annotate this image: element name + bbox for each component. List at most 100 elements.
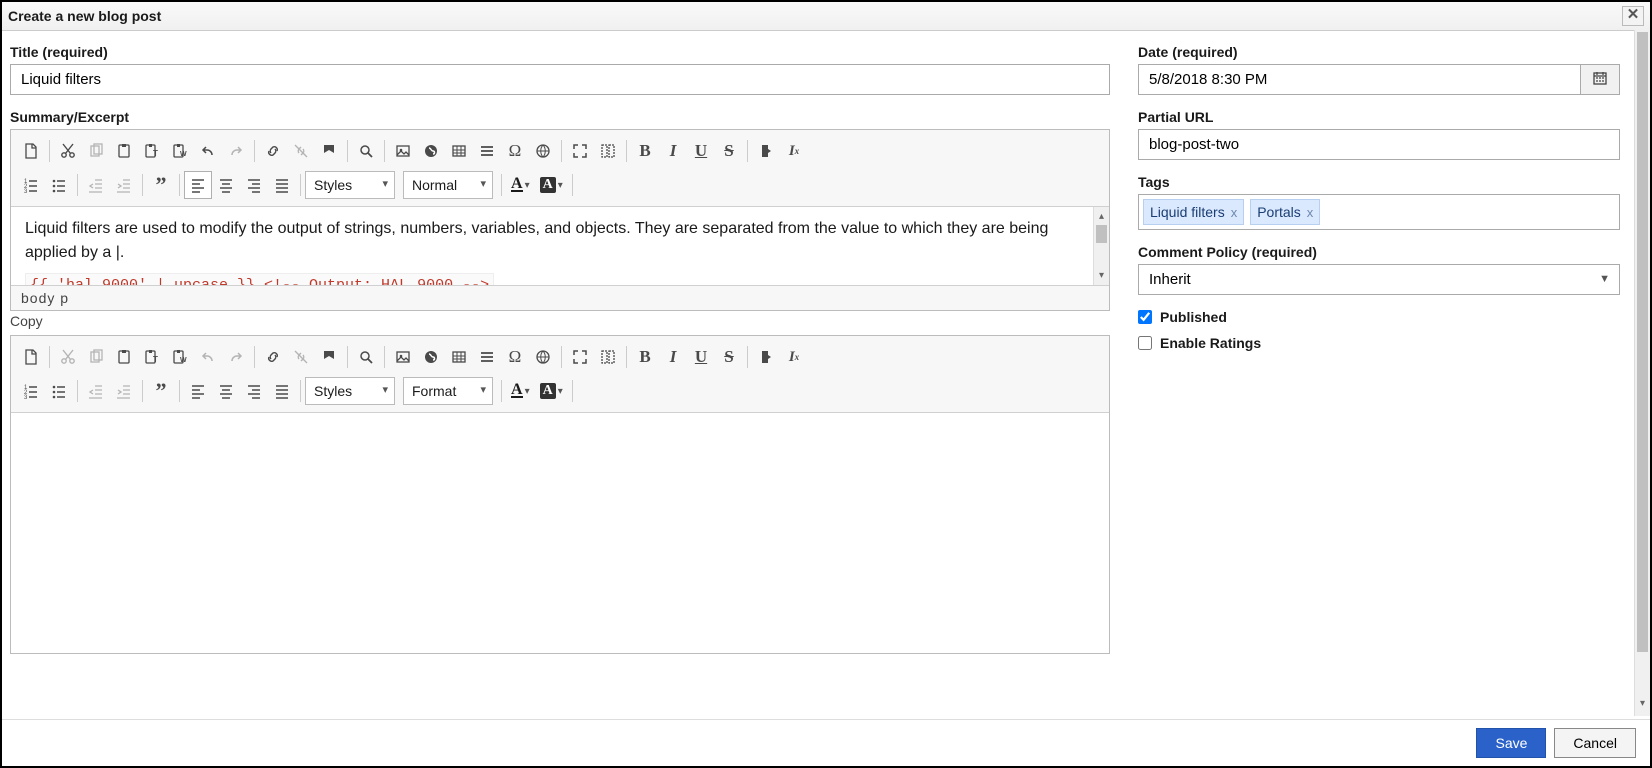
showblocks-icon[interactable]	[594, 343, 622, 371]
table-icon[interactable]	[445, 137, 473, 165]
ul-icon[interactable]	[45, 377, 73, 405]
paste-text-icon[interactable]: T	[138, 343, 166, 371]
align-justify-icon[interactable]	[268, 171, 296, 199]
align-center-icon[interactable]	[212, 377, 240, 405]
find-icon[interactable]	[352, 137, 380, 165]
anchor-icon[interactable]	[315, 343, 343, 371]
align-right-icon[interactable]	[240, 171, 268, 199]
source-icon[interactable]	[17, 343, 45, 371]
save-button[interactable]: Save	[1476, 728, 1546, 758]
underline-icon[interactable]: U	[687, 343, 715, 371]
indent-icon[interactable]	[110, 171, 138, 199]
unlink-icon[interactable]	[287, 343, 315, 371]
scroll-down-icon[interactable]: ▾	[1635, 698, 1650, 716]
copyformat-icon[interactable]	[752, 343, 780, 371]
showblocks-icon[interactable]	[594, 137, 622, 165]
summary-scrollbar[interactable]: ▴▾	[1093, 207, 1109, 285]
blockquote-icon[interactable]: ”	[147, 377, 175, 405]
cancel-button[interactable]: Cancel	[1554, 728, 1636, 758]
tag-text: Liquid filters	[1150, 204, 1225, 220]
copyformat-icon[interactable]	[752, 137, 780, 165]
modal-scrollbar[interactable]: ▾	[1634, 30, 1650, 716]
italic-icon[interactable]: I	[659, 137, 687, 165]
removeformat-icon[interactable]: Ix	[780, 137, 808, 165]
ol-icon[interactable]: 123	[17, 171, 45, 199]
ol-icon[interactable]: 123	[17, 377, 45, 405]
paste-text-icon[interactable]: T	[138, 137, 166, 165]
bg-color-button[interactable]: A▾	[535, 377, 568, 405]
maximize-icon[interactable]	[566, 137, 594, 165]
specialchar-icon[interactable]: Ω	[501, 343, 529, 371]
comment-policy-select[interactable]: Inherit	[1138, 264, 1620, 295]
enable-ratings-checkbox[interactable]	[1138, 336, 1152, 350]
copy-editor-body[interactable]	[11, 413, 1109, 653]
styles-select[interactable]: Styles	[305, 377, 395, 405]
scrollbar-thumb[interactable]	[1637, 32, 1648, 652]
paste-word-icon[interactable]: W	[166, 343, 194, 371]
undo-icon[interactable]	[194, 343, 222, 371]
table-icon[interactable]	[445, 343, 473, 371]
iframe-icon[interactable]	[529, 343, 557, 371]
styles-select[interactable]: Styles	[305, 171, 395, 199]
flash-icon[interactable]	[417, 137, 445, 165]
align-justify-icon[interactable]	[268, 377, 296, 405]
image-icon[interactable]	[389, 137, 417, 165]
tag-remove-icon[interactable]: x	[1307, 205, 1314, 220]
tags-input[interactable]: Liquid filtersx Portalsx	[1138, 194, 1620, 230]
paste-icon[interactable]	[110, 137, 138, 165]
text-color-button[interactable]: A▾	[506, 171, 535, 199]
bg-color-button[interactable]: A▾	[535, 171, 568, 199]
maximize-icon[interactable]	[566, 343, 594, 371]
indent-icon[interactable]	[110, 377, 138, 405]
strike-icon[interactable]: S	[715, 343, 743, 371]
specialchar-icon[interactable]: Ω	[501, 137, 529, 165]
align-left-icon[interactable]	[184, 171, 212, 199]
strike-icon[interactable]: S	[715, 137, 743, 165]
format-select[interactable]: Format	[403, 377, 493, 405]
align-center-icon[interactable]	[212, 171, 240, 199]
outdent-icon[interactable]	[82, 377, 110, 405]
title-input[interactable]	[10, 64, 1110, 95]
paste-icon[interactable]	[110, 343, 138, 371]
date-picker-button[interactable]	[1580, 64, 1620, 95]
published-checkbox[interactable]	[1138, 310, 1152, 324]
cut-icon[interactable]	[54, 137, 82, 165]
removeformat-icon[interactable]: Ix	[780, 343, 808, 371]
outdent-icon[interactable]	[82, 171, 110, 199]
link-icon[interactable]	[259, 137, 287, 165]
close-button[interactable]: ✕	[1622, 6, 1644, 26]
partial-url-input[interactable]	[1138, 129, 1620, 160]
bold-icon[interactable]: B	[631, 343, 659, 371]
italic-icon[interactable]: I	[659, 343, 687, 371]
find-icon[interactable]	[352, 343, 380, 371]
underline-icon[interactable]: U	[687, 137, 715, 165]
ul-icon[interactable]	[45, 171, 73, 199]
source-icon[interactable]	[17, 137, 45, 165]
bold-icon[interactable]: B	[631, 137, 659, 165]
svg-text:W: W	[180, 357, 187, 364]
hr-icon[interactable]	[473, 137, 501, 165]
cut-icon[interactable]	[54, 343, 82, 371]
paste-word-icon[interactable]: W	[166, 137, 194, 165]
tag-remove-icon[interactable]: x	[1231, 205, 1238, 220]
blockquote-icon[interactable]: ”	[147, 171, 175, 199]
image-icon[interactable]	[389, 343, 417, 371]
iframe-icon[interactable]	[529, 137, 557, 165]
copy-icon[interactable]	[82, 137, 110, 165]
align-left-icon[interactable]	[184, 377, 212, 405]
summary-elements-path[interactable]: body p	[11, 285, 1109, 310]
hr-icon[interactable]	[473, 343, 501, 371]
anchor-icon[interactable]	[315, 137, 343, 165]
redo-icon[interactable]	[222, 137, 250, 165]
link-icon[interactable]	[259, 343, 287, 371]
flash-icon[interactable]	[417, 343, 445, 371]
summary-editor-body[interactable]: Liquid filters are used to modify the ou…	[11, 207, 1109, 285]
unlink-icon[interactable]	[287, 137, 315, 165]
align-right-icon[interactable]	[240, 377, 268, 405]
redo-icon[interactable]	[222, 343, 250, 371]
date-input[interactable]	[1138, 64, 1580, 95]
format-select[interactable]: Normal	[403, 171, 493, 199]
undo-icon[interactable]	[194, 137, 222, 165]
copy-icon[interactable]	[82, 343, 110, 371]
text-color-button[interactable]: A▾	[506, 377, 535, 405]
